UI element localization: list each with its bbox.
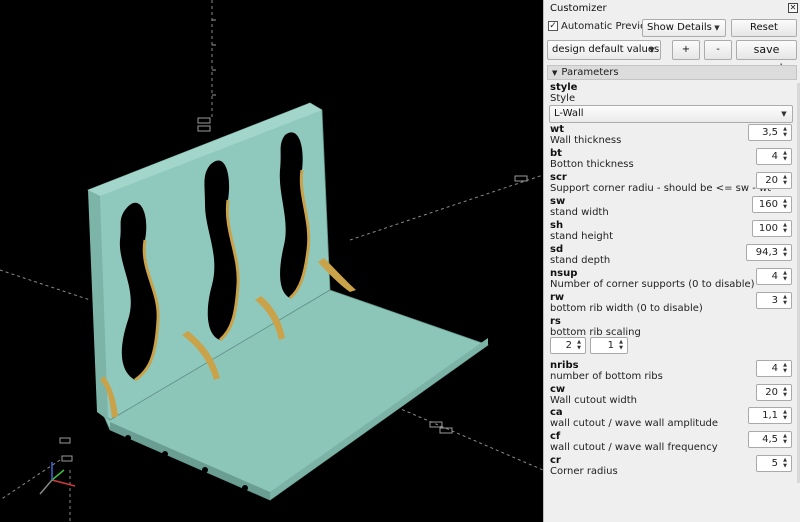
automatic-preview-toggle[interactable]: ✓ Automatic Preview <box>548 21 654 35</box>
spin-arrows-icon[interactable]: ▲ ▼ <box>780 174 790 187</box>
spin-arrows-icon[interactable]: ▲ ▼ <box>780 433 790 446</box>
cf-spinbox[interactable]: 4,5 ▲ ▼ <box>748 431 792 448</box>
sw-value: 160 <box>758 199 778 210</box>
nribs-spinbox[interactable]: 4 ▲ ▼ <box>756 360 792 377</box>
show-details-value: Show Details <box>647 22 712 33</box>
param-style: style Style <box>550 82 795 105</box>
spin-arrows-icon[interactable]: ▲ ▼ <box>780 409 790 422</box>
spin-arrows-icon[interactable]: ▲ ▼ <box>780 386 790 399</box>
preset-value: design default values <box>552 44 660 55</box>
nsup-spinbox[interactable]: 4 ▲ ▼ <box>756 268 792 285</box>
ca-value: 1,1 <box>762 410 778 421</box>
ca-spinbox[interactable]: 1,1 ▲ ▼ <box>748 407 792 424</box>
rs-y-value: 1 <box>607 340 614 351</box>
style-value: L-Wall <box>554 108 584 119</box>
preset-select[interactable]: design default values ▼ <box>547 40 661 60</box>
bt-value: 4 <box>771 151 778 162</box>
sh-value: 100 <box>758 223 778 234</box>
panel-title: Customizer <box>550 3 607 14</box>
param-name: style <box>550 82 578 93</box>
sh-spinbox[interactable]: 100 ▲ ▼ <box>752 220 792 237</box>
collapse-triangle-icon: ▼ <box>552 69 558 77</box>
parameters-section-header[interactable]: ▼ Parameters <box>547 65 797 80</box>
wt-value: 3,5 <box>762 127 778 138</box>
scr-spinbox[interactable]: 20 ▲ ▼ <box>756 172 792 189</box>
param-name: rs <box>550 316 561 327</box>
chevron-down-icon: ▼ <box>649 46 655 54</box>
save-preset-button[interactable]: save preset <box>736 40 797 74</box>
remove-preset-button[interactable]: - <box>704 40 732 60</box>
chevron-down-icon: ▼ <box>781 110 787 118</box>
style-select[interactable]: L-Wall ▼ <box>549 105 793 123</box>
cw-spinbox[interactable]: 20 ▲ ▼ <box>756 384 792 401</box>
spin-arrows-icon[interactable]: ▲ ▼ <box>780 198 790 211</box>
spin-arrows-icon[interactable]: ▲ ▼ <box>574 339 584 352</box>
nribs-value: 4 <box>771 363 778 374</box>
rw-value: 3 <box>771 295 778 306</box>
show-details-select[interactable]: Show Details ▼ <box>642 19 726 37</box>
model-render <box>0 0 543 522</box>
checkbox-icon[interactable]: ✓ <box>548 21 558 31</box>
spin-arrows-icon[interactable]: ▲ ▼ <box>780 294 790 307</box>
parameters-header-label: Parameters <box>561 67 619 78</box>
automatic-preview-label: Automatic Preview <box>561 21 655 32</box>
spin-arrows-icon[interactable]: ▲ ▼ <box>780 246 790 259</box>
sd-spinbox[interactable]: 94,3 ▲ ▼ <box>746 244 792 261</box>
sd-value: 94,3 <box>755 247 778 258</box>
cw-value: 20 <box>765 387 778 398</box>
rw-spinbox[interactable]: 3 ▲ ▼ <box>756 292 792 309</box>
spin-arrows-icon[interactable]: ▲ ▼ <box>780 270 790 283</box>
rs-x-spinbox[interactable]: 2 ▲ ▼ <box>550 337 586 354</box>
customizer-titlebar: Customizer ✕ <box>544 0 800 18</box>
close-icon[interactable]: ✕ <box>788 3 798 13</box>
spin-arrows-icon[interactable]: ▲ ▼ <box>616 339 626 352</box>
3d-preview-viewport[interactable] <box>0 0 543 522</box>
rs-y-spinbox[interactable]: 1 ▲ ▼ <box>590 337 628 354</box>
customizer-panel: Customizer ✕ ✓ Automatic Preview Show Det… <box>543 0 800 522</box>
cr-spinbox[interactable]: 5 ▲ ▼ <box>756 455 792 472</box>
nsup-value: 4 <box>771 271 778 282</box>
spin-arrows-icon[interactable]: ▲ ▼ <box>780 222 790 235</box>
wt-spinbox[interactable]: 3,5 ▲ ▼ <box>748 124 792 141</box>
spin-arrows-icon[interactable]: ▲ ▼ <box>780 457 790 470</box>
reset-button[interactable]: Reset <box>731 19 797 37</box>
sw-spinbox[interactable]: 160 ▲ ▼ <box>752 196 792 213</box>
add-preset-button[interactable]: + <box>672 40 700 60</box>
chevron-down-icon: ▼ <box>714 24 720 32</box>
param-desc: Style <box>550 93 576 104</box>
param-desc: bottom rib scaling <box>550 327 641 338</box>
spin-arrows-icon[interactable]: ▲ ▼ <box>780 362 790 375</box>
cf-value: 4,5 <box>762 434 778 445</box>
scr-value: 20 <box>765 175 778 186</box>
rs-x-value: 2 <box>565 340 572 351</box>
spin-arrows-icon[interactable]: ▲ ▼ <box>780 126 790 139</box>
cr-value: 5 <box>771 458 778 469</box>
spin-arrows-icon[interactable]: ▲ ▼ <box>780 150 790 163</box>
param-rs: rs bottom rib scaling <box>550 316 795 339</box>
bt-spinbox[interactable]: 4 ▲ ▼ <box>756 148 792 165</box>
